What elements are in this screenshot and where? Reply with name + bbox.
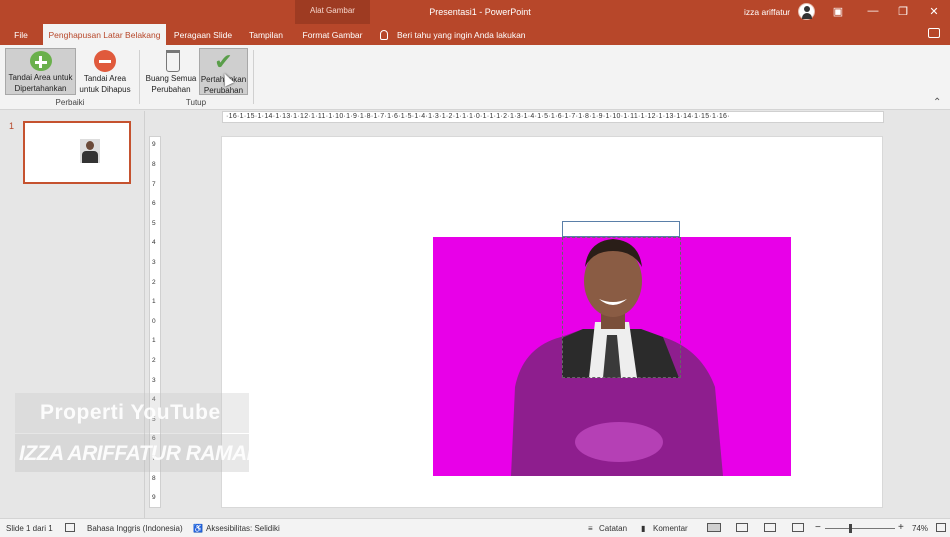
collapse-ribbon-icon[interactable]: ⌃ <box>933 97 941 108</box>
zoom-level[interactable]: 74% <box>912 524 928 533</box>
comment-icon[interactable] <box>928 28 940 38</box>
watermark-line-2: IZZA ARIFFATUR RAMADHANI <box>19 442 311 465</box>
ribbon-separator <box>253 50 254 104</box>
vruler-tick: 9 <box>152 494 156 501</box>
vruler-tick: 8 <box>152 475 156 482</box>
watermark-youtube-property: Properti YouTube <box>15 393 249 433</box>
accessibility-icon: ♿ <box>193 524 203 533</box>
horizontal-ruler: ·16·1·15·1·14·1·13·1·12·1·11·1·10·1·9·1·… <box>222 111 884 123</box>
ribbon-display-options-icon[interactable]: ▣ <box>828 3 848 19</box>
slide-show-view-icon[interactable] <box>792 523 804 532</box>
vruler-tick: 3 <box>152 377 156 384</box>
zoom-slider-thumb[interactable] <box>849 524 852 533</box>
vruler-tick: 5 <box>152 220 156 227</box>
tell-me-search[interactable]: Beri tahu yang ingin Anda lakukan <box>380 24 526 45</box>
tab-picture-format[interactable]: Format Gambar <box>295 24 370 45</box>
vruler-tick: 6 <box>152 200 156 207</box>
context-group-label: Alat Gambar <box>310 6 355 15</box>
spell-check-icon[interactable] <box>65 523 75 532</box>
watermark-line-1: Properti YouTube <box>40 401 221 424</box>
discard-bin-icon <box>166 50 180 72</box>
ribbon-separator <box>139 50 140 104</box>
document-title: Presentasi1 - PowerPoint <box>429 7 531 17</box>
vruler-tick: 7 <box>152 181 156 188</box>
mark-areas-to-keep-button[interactable]: Tandai Area untuk Dipertahankan <box>5 48 76 95</box>
tab-view[interactable]: Tampilan <box>242 24 290 45</box>
slide-thumbnail[interactable] <box>23 121 131 184</box>
vruler-tick: 2 <box>152 357 156 364</box>
button-label: Dipertahankan <box>14 83 67 93</box>
slide-number: 1 <box>9 121 15 131</box>
watermark-channel-name: IZZA ARIFFATUR RAMADHANI <box>15 434 311 472</box>
minimize-icon[interactable]: — <box>863 3 883 19</box>
tab-slide-show[interactable]: Peragaan Slide <box>170 24 236 45</box>
user-avatar[interactable] <box>798 3 815 20</box>
user-name[interactable]: izza ariffatur <box>744 7 790 17</box>
group-label-close: Tutup <box>185 98 207 107</box>
accessibility-status[interactable]: Aksesibilitas: Selidiki <box>206 524 280 533</box>
keep-changes-button[interactable]: ✔ Pertahankan Perubahan <box>199 48 248 95</box>
notes-icon: ≡ <box>588 524 593 533</box>
reading-view-icon[interactable] <box>764 523 776 532</box>
tab-background-removal[interactable]: Penghapusan Latar Belakang <box>43 24 166 45</box>
mark-areas-to-remove-button[interactable]: Tandai Area untuk Dihapus <box>77 48 133 95</box>
notes-button[interactable]: Catatan <box>599 524 627 533</box>
vruler-tick: 9 <box>152 141 156 148</box>
comments-button[interactable]: Komentar <box>653 524 688 533</box>
zoom-in-icon[interactable]: + <box>898 522 904 533</box>
tell-me-text: Beri tahu yang ingin Anda lakukan <box>397 29 526 40</box>
plus-pencil-icon <box>29 51 52 71</box>
background-removal-selection-box[interactable] <box>562 237 681 378</box>
close-icon[interactable]: ✕ <box>924 3 944 19</box>
slide-sorter-view-icon[interactable] <box>736 523 748 532</box>
ribbon <box>0 45 950 110</box>
slide-info[interactable]: Slide 1 dari 1 <box>6 524 53 533</box>
thumbnail-picture <box>80 139 100 163</box>
vruler-tick: 4 <box>152 239 156 246</box>
minus-pencil-icon <box>94 50 116 72</box>
tab-file[interactable]: File <box>8 24 34 45</box>
button-label: Tandai Area <box>83 74 127 83</box>
vruler-tick: 0 <box>152 318 156 325</box>
fit-slide-icon[interactable] <box>936 523 946 532</box>
status-bar: Slide 1 dari 1 Bahasa Inggris (Indonesia… <box>0 518 950 537</box>
button-label: Perubahan <box>203 85 244 95</box>
normal-view-icon[interactable] <box>707 523 721 532</box>
vruler-tick: 1 <box>152 298 156 305</box>
lightbulb-icon <box>380 29 388 40</box>
button-label: Tandai Area untuk <box>8 73 73 82</box>
group-label-refine: Perbaiki <box>55 98 85 107</box>
zoom-slider[interactable] <box>825 528 895 529</box>
button-label: Buang Semua <box>145 74 197 83</box>
button-label: Perubahan <box>151 84 191 94</box>
selection-box-top-handle[interactable] <box>562 221 680 237</box>
vruler-tick: 8 <box>152 161 156 168</box>
vruler-tick: 2 <box>152 279 156 286</box>
discard-all-changes-button[interactable]: Buang Semua Perubahan <box>144 48 198 95</box>
checkmark-icon: ✔ <box>214 49 233 74</box>
comments-icon: ▮ <box>641 524 646 533</box>
language-indicator[interactable]: Bahasa Inggris (Indonesia) <box>87 524 183 533</box>
zoom-out-icon[interactable]: − <box>815 522 821 533</box>
button-label: untuk Dihapus <box>79 84 131 94</box>
restore-icon[interactable]: ❐ <box>893 3 913 19</box>
vruler-tick: 3 <box>152 259 156 266</box>
vruler-tick: 1 <box>152 337 156 344</box>
